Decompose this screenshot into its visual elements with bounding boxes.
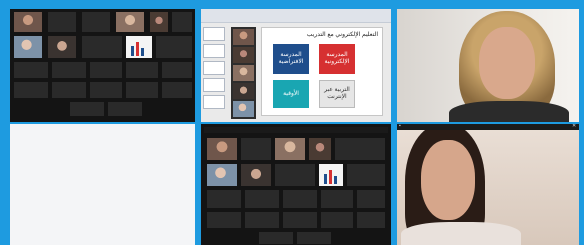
shared-screen-presentation: التعليم الإلكتروني مع التدريب المدرسة ال… xyxy=(201,9,391,122)
slide-title: التعليم الإلكتروني مع التدريب xyxy=(306,32,378,38)
slide-thumbnail[interactable] xyxy=(203,78,225,92)
participant-tile[interactable] xyxy=(283,190,317,208)
participant-tile[interactable] xyxy=(321,212,353,228)
slide-thumbnail[interactable] xyxy=(203,44,225,58)
participant-video[interactable] xyxy=(14,12,42,32)
participant-tile[interactable] xyxy=(52,62,86,78)
participant-tile[interactable] xyxy=(259,232,293,244)
organization-logo xyxy=(126,36,152,58)
participant-tile[interactable] xyxy=(156,36,192,58)
participant-video[interactable] xyxy=(309,138,331,160)
participant-tile[interactable] xyxy=(126,82,158,98)
participant-tile[interactable] xyxy=(245,212,279,228)
participant-tile[interactable] xyxy=(48,12,76,32)
participant-tile[interactable] xyxy=(297,232,331,244)
participant-tile[interactable] xyxy=(14,82,48,98)
participant-face xyxy=(479,27,535,99)
participant-video[interactable] xyxy=(207,138,237,160)
participant-tile[interactable] xyxy=(108,102,142,116)
close-icon[interactable]: ✕ xyxy=(572,124,577,129)
presentation-ribbon xyxy=(201,9,391,23)
participant-tile[interactable] xyxy=(207,190,241,208)
participant-tile[interactable] xyxy=(335,138,385,160)
slide-thumbnail[interactable] xyxy=(203,95,225,109)
tile-grid: التعليم الإلكتروني مع التدريب المدرسة ال… xyxy=(10,9,579,245)
participant-video[interactable] xyxy=(275,138,305,160)
gallery-view-top xyxy=(10,9,195,122)
slide-thumbnail[interactable] xyxy=(203,61,225,75)
meeting-toolbar xyxy=(204,127,388,133)
current-slide: التعليم الإلكتروني مع التدريب المدرسة ال… xyxy=(261,27,383,116)
participant-tile[interactable] xyxy=(14,62,48,78)
blank-tile xyxy=(10,124,195,245)
participant-face xyxy=(421,140,475,220)
participant-tile[interactable] xyxy=(52,82,86,98)
participant-tile[interactable] xyxy=(172,12,192,32)
participant-video[interactable] xyxy=(48,36,76,58)
slide-thumbnail[interactable] xyxy=(203,27,225,41)
speaker-video-strip xyxy=(231,27,256,119)
participant-tile[interactable] xyxy=(90,62,122,78)
webcam-participant-2: ▪ ✕ xyxy=(397,124,579,245)
participant-video[interactable] xyxy=(233,29,254,45)
participant-video[interactable] xyxy=(116,12,144,32)
slide-box-electronic-school: المدرسة الإلكترونية xyxy=(319,44,355,74)
participant-tile[interactable] xyxy=(357,190,385,208)
participant-tile[interactable] xyxy=(82,36,122,58)
participant-tile[interactable] xyxy=(347,164,385,186)
participant-tile[interactable] xyxy=(283,212,317,228)
slide-box-teal: الأوقية xyxy=(273,80,309,108)
participant-tile[interactable] xyxy=(207,212,241,228)
video-window-titlebar: ▪ ✕ xyxy=(397,124,579,130)
participant-video[interactable] xyxy=(207,164,237,186)
participant-tile[interactable] xyxy=(70,102,104,116)
participant-tile[interactable] xyxy=(82,12,110,32)
participant-video[interactable] xyxy=(14,36,42,58)
participant-video[interactable] xyxy=(233,83,254,99)
slide-box-online-education: التربية عبر الإنترنت xyxy=(319,80,355,108)
participant-tile[interactable] xyxy=(321,190,353,208)
participant-video[interactable] xyxy=(233,47,254,63)
participant-tile[interactable] xyxy=(275,164,315,186)
participant-video[interactable] xyxy=(241,164,271,186)
participant-tile[interactable] xyxy=(162,82,192,98)
participant-tile[interactable] xyxy=(245,190,279,208)
participant-tile[interactable] xyxy=(162,62,192,78)
participant-shirt xyxy=(449,101,569,122)
slide-thumbnails xyxy=(203,27,225,118)
slide-box-virtual-school: المدرسة الافتراضية xyxy=(273,44,309,74)
participant-tile[interactable] xyxy=(126,62,158,78)
participant-video[interactable] xyxy=(150,12,168,32)
gallery-view-bottom xyxy=(201,124,391,245)
participant-tile[interactable] xyxy=(357,212,385,228)
participant-video[interactable] xyxy=(233,101,254,117)
webcam-participant-1 xyxy=(397,9,579,122)
participant-tile[interactable] xyxy=(90,82,122,98)
organization-logo xyxy=(319,164,343,186)
window-icon[interactable]: ▪ xyxy=(399,124,404,129)
participant-video[interactable] xyxy=(233,65,254,81)
video-call-collage: { "tiles": { "gallery_top": { "labels": … xyxy=(0,0,584,245)
participant-tile[interactable] xyxy=(241,138,271,160)
participant-shirt xyxy=(401,222,521,245)
